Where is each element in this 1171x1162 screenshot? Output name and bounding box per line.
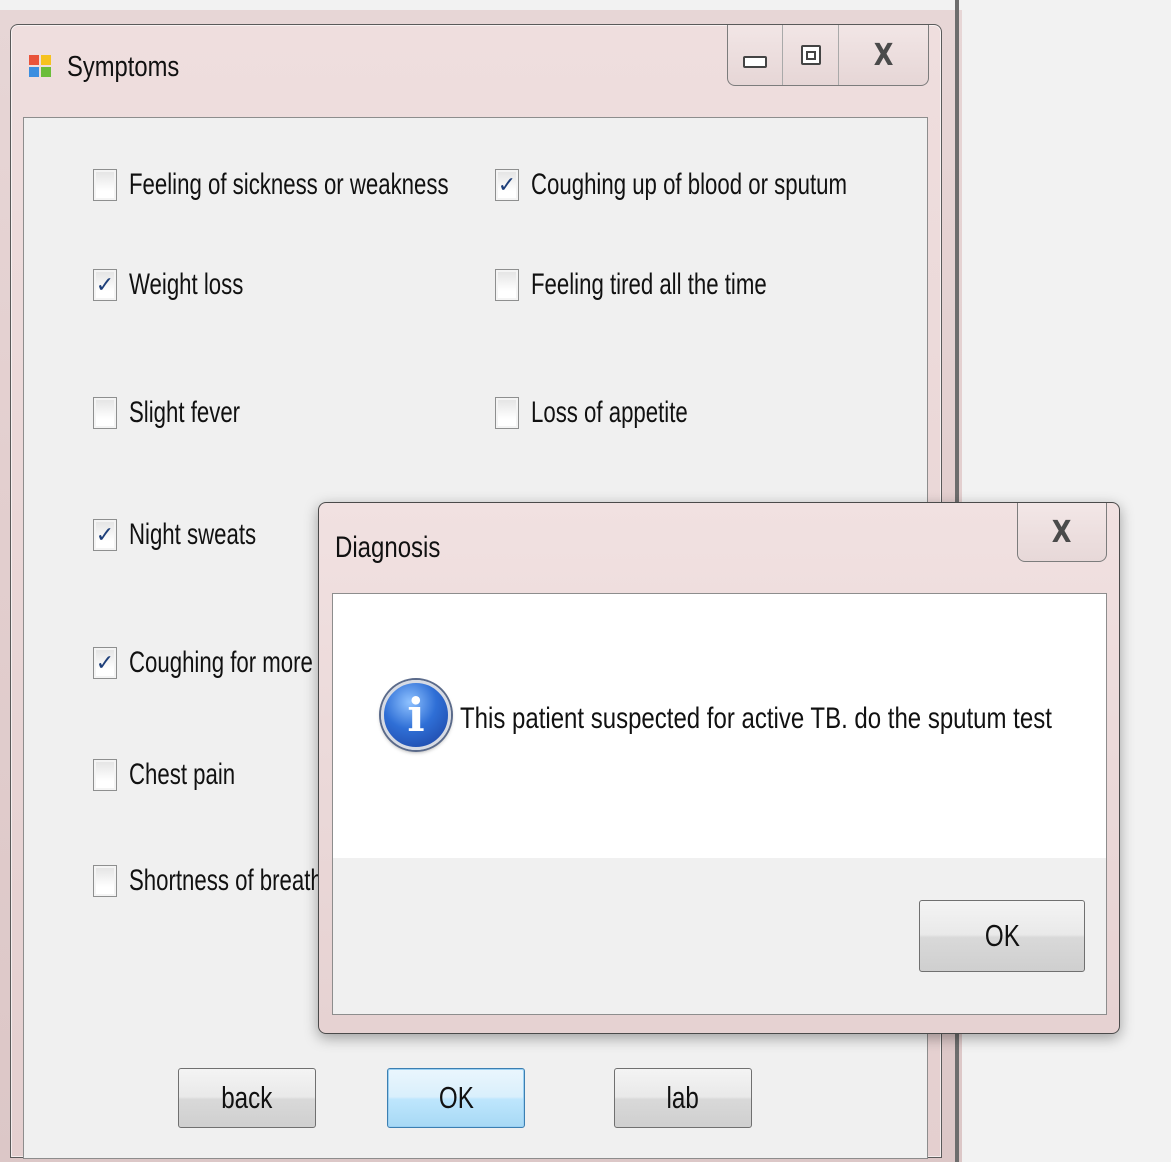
ok-button[interactable]: OK — [387, 1068, 525, 1128]
checkbox-box[interactable] — [93, 397, 117, 429]
close-icon: X — [873, 37, 894, 73]
caption-buttons: X — [727, 25, 929, 86]
checkbox-box[interactable]: ✓ — [93, 269, 117, 301]
checkbox-coughing-up-blood[interactable]: ✓ Coughing up of blood or sputum — [495, 165, 958, 205]
checkbox-box[interactable]: ✓ — [93, 519, 117, 551]
checkbox-box[interactable] — [93, 169, 117, 201]
checkbox-night-sweats[interactable]: ✓ Night sweats — [93, 515, 301, 555]
lab-button[interactable]: lab — [614, 1068, 752, 1128]
checkbox-label: Chest pain — [129, 758, 236, 791]
close-button[interactable]: X — [839, 25, 928, 85]
checkbox-box[interactable]: ✓ — [93, 647, 117, 679]
app-icon — [29, 55, 53, 79]
screen: Symptoms X Feeling of sickness or weakne… — [0, 0, 1171, 1162]
checkbox-label: Feeling tired all the time — [531, 268, 767, 301]
maximize-button[interactable] — [783, 25, 839, 85]
dialog-client-area: i This patient suspected for active TB. … — [332, 593, 1107, 1015]
dialog-ok-button[interactable]: OK — [919, 900, 1085, 972]
checkbox-label: Night sweats — [129, 518, 257, 551]
minimize-button[interactable] — [728, 25, 784, 85]
checkbox-label: Feeling of sickness or weakness — [129, 168, 449, 201]
background-top — [0, 0, 962, 10]
symptoms-titlebar[interactable]: Symptoms X — [11, 25, 941, 115]
checkbox-chest-pain[interactable]: Chest pain — [93, 755, 272, 795]
checkbox-label: Weight loss — [129, 268, 244, 301]
dialog-ok-label: OK — [984, 918, 1020, 953]
dialog-close-button[interactable]: X — [1017, 503, 1107, 562]
info-icon: i — [381, 680, 451, 750]
back-button-label: back — [221, 1080, 273, 1115]
close-icon: X — [1052, 514, 1072, 550]
checkbox-box[interactable] — [495, 397, 519, 429]
checkbox-label: Slight fever — [129, 396, 241, 429]
checkbox-slight-fever[interactable]: Slight fever — [93, 393, 279, 433]
dialog-message-area: i This patient suspected for active TB. … — [333, 594, 1106, 858]
checkbox-label: Shortness of breath — [129, 864, 323, 897]
diagnosis-dialog: Diagnosis X i This patient suspected for… — [318, 502, 1120, 1034]
window-title: Symptoms — [67, 51, 180, 83]
checkbox-label: Coughing for more th — [129, 646, 338, 679]
checkbox-box[interactable] — [93, 759, 117, 791]
checkbox-box[interactable] — [93, 865, 117, 897]
checkbox-weight-loss[interactable]: ✓ Weight loss — [93, 265, 284, 305]
dialog-message: This patient suspected for active TB. do… — [460, 702, 1052, 735]
minimize-icon — [743, 56, 768, 68]
checkbox-feeling-of-sickness[interactable]: Feeling of sickness or weakness — [93, 165, 561, 205]
dialog-title: Diagnosis — [335, 531, 441, 564]
checkbox-box[interactable] — [495, 269, 519, 301]
lab-button-label: lab — [666, 1080, 700, 1115]
checkbox-feeling-tired[interactable]: Feeling tired all the time — [495, 265, 850, 305]
maximize-icon — [800, 45, 821, 65]
ok-button-label: OK — [438, 1080, 474, 1115]
checkbox-label: Coughing up of blood or sputum — [531, 168, 847, 201]
back-button[interactable]: back — [178, 1068, 316, 1128]
checkbox-loss-of-appetite[interactable]: Loss of appetite — [495, 393, 743, 433]
checkbox-label: Loss of appetite — [531, 396, 688, 429]
checkbox-box[interactable]: ✓ — [495, 169, 519, 201]
